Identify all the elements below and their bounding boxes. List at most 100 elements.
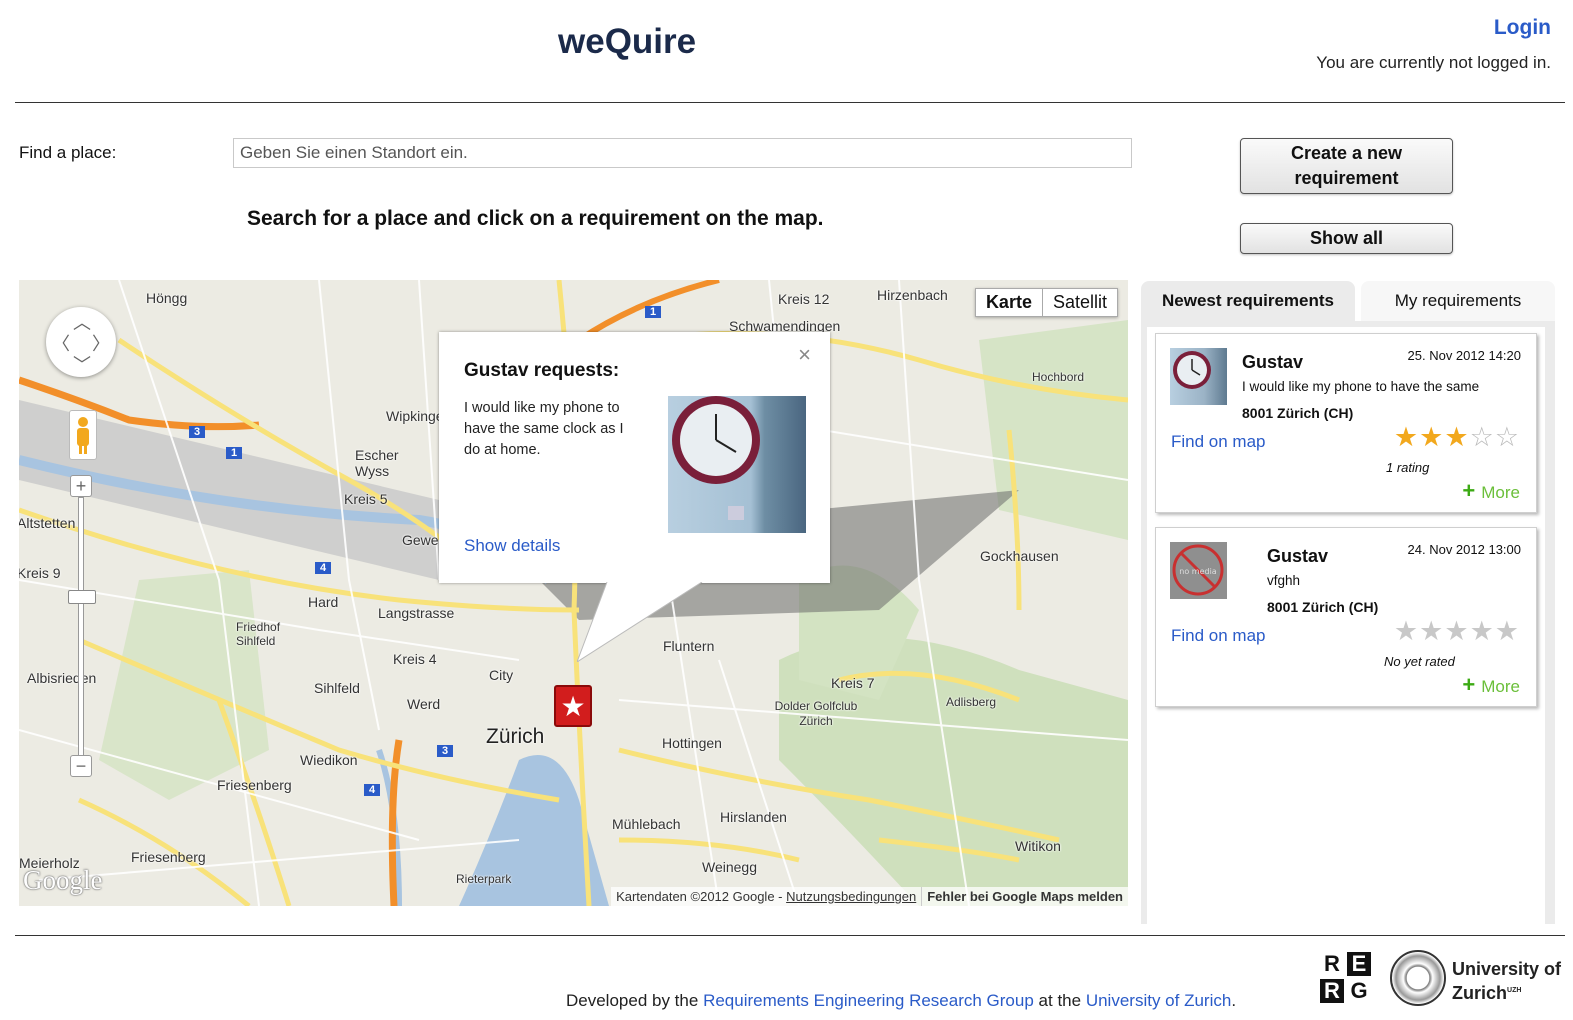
uzh-seal-icon: [1390, 950, 1446, 1006]
road-number: 1: [645, 306, 662, 318]
map-data-credit: Kartendaten ©2012 Google - Nutzungsbedin…: [611, 887, 922, 906]
zoom-control: + −: [68, 475, 96, 777]
footer-divider: [15, 935, 1565, 936]
road-number: 4: [315, 562, 332, 574]
map-label: Altstetten: [19, 515, 76, 531]
plus-icon: +: [1462, 672, 1476, 697]
tab-my-requirements[interactable]: My requirements: [1361, 281, 1555, 321]
map-label: Kreis 5: [344, 491, 388, 507]
map-label: Zürich: [486, 725, 545, 748]
map-label: Kreis 12: [778, 291, 830, 307]
map-label: Friedhof Sihlfeld: [236, 620, 281, 648]
pan-control[interactable]: ︿ ﹀ 〈 〉: [46, 307, 116, 377]
map-type-karte-button[interactable]: Karte: [976, 289, 1043, 316]
rating-stars[interactable]: ★★★★★: [1394, 616, 1520, 647]
requirement-user: Gustav: [1242, 352, 1304, 372]
plus-icon: +: [1462, 478, 1476, 503]
close-icon[interactable]: ×: [798, 342, 811, 368]
map-label: Kreis 7: [831, 675, 875, 691]
footer-prefix: Developed by the: [566, 991, 699, 1010]
road-number: 3: [437, 745, 454, 757]
street-view-pegman-icon[interactable]: [69, 410, 97, 460]
info-window-title: Gustav requests:: [464, 360, 620, 381]
star-empty-icon[interactable]: ★: [1419, 616, 1444, 646]
map-label: Langstrasse: [378, 605, 455, 621]
rating-stars[interactable]: ★★★☆☆: [1394, 422, 1520, 453]
info-window: × Gustav requests: I would like my phone…: [439, 332, 830, 583]
star-empty-icon[interactable]: ★: [1444, 616, 1469, 646]
map-label: Sihlfeld: [314, 680, 360, 696]
footer-text: Developed by the Requirements Engineerin…: [566, 991, 1236, 1011]
star-empty-icon[interactable]: ☆: [1495, 422, 1520, 452]
map-label: Hard: [308, 594, 339, 610]
pan-down-icon[interactable]: ﹀: [73, 351, 91, 377]
header-divider: [15, 102, 1565, 103]
map-label: Hochbord: [1032, 370, 1085, 384]
star-filled-icon[interactable]: ★: [1394, 422, 1419, 452]
star-empty-icon[interactable]: ★: [1495, 616, 1520, 646]
requirement-marker-icon[interactable]: ★: [554, 685, 592, 727]
login-link[interactable]: Login: [1494, 16, 1551, 40]
zoom-slider-track[interactable]: [78, 497, 84, 761]
map-label: Witikon: [1015, 838, 1061, 854]
show-details-link[interactable]: Show details: [464, 536, 560, 556]
no-media-label: no media: [1179, 567, 1217, 576]
map-label: City: [489, 667, 514, 683]
map-label: Hottingen: [662, 735, 722, 751]
pan-up-icon[interactable]: ︿: [73, 309, 91, 335]
requirement-card: Gustav 25. Nov 2012 14:20 I would like m…: [1155, 333, 1537, 513]
map-type-control: Karte Satellit: [974, 288, 1118, 317]
rating-count: No yet rated: [1384, 654, 1455, 669]
create-requirement-button[interactable]: Create a new requirement: [1240, 138, 1453, 194]
more-button[interactable]: + More: [1462, 672, 1520, 698]
more-button[interactable]: + More: [1462, 478, 1520, 504]
map-label: Adlisberg: [946, 695, 997, 709]
zoom-in-button[interactable]: +: [70, 475, 92, 497]
requirement-date: 25. Nov 2012 14:20: [1407, 348, 1521, 363]
map-label: Friesenberg: [131, 849, 206, 865]
map-label: Escher Wyss: [355, 447, 399, 479]
requirement-location: 8001 Zürich (CH): [1242, 405, 1354, 421]
no-media-thumbnail: no media: [1170, 542, 1227, 599]
find-on-map-link[interactable]: Find on map: [1171, 432, 1266, 452]
map-type-satellit-button[interactable]: Satellit: [1043, 289, 1117, 316]
star-empty-icon[interactable]: ☆: [1470, 422, 1495, 452]
map-attribution: Kartendaten ©2012 Google - Nutzungsbedin…: [611, 887, 1128, 906]
map-label: Rieterpark: [456, 872, 512, 886]
map-label: Hirzenbach: [877, 287, 948, 303]
login-status: You are currently not logged in.: [1316, 53, 1551, 72]
rating-count: 1 rating: [1386, 460, 1430, 475]
map-label: Hirslanden: [720, 809, 787, 825]
find-place-label: Find a place:: [19, 143, 117, 162]
find-on-map-link[interactable]: Find on map: [1171, 626, 1266, 646]
report-map-error-link[interactable]: Fehler bei Google Maps melden: [921, 887, 1128, 906]
google-logo: Google: [23, 865, 103, 895]
info-window-tail: [577, 582, 703, 662]
star-filled-icon[interactable]: ★: [1444, 422, 1469, 452]
research-group-link[interactable]: Requirements Engineering Research Group: [703, 991, 1034, 1010]
requirement-date: 24. Nov 2012 13:00: [1407, 542, 1521, 557]
requirement-text: vfghh: [1267, 573, 1301, 588]
tab-newest-requirements[interactable]: Newest requirements: [1141, 281, 1355, 321]
zoom-out-button[interactable]: −: [70, 755, 92, 777]
show-all-button[interactable]: Show all: [1240, 223, 1453, 254]
info-window-text: I would like my phone to have the same c…: [464, 400, 624, 458]
terms-link[interactable]: Nutzungsbedingungen: [786, 889, 916, 904]
map-label: Kreis 9: [19, 565, 61, 581]
road-number: 1: [226, 447, 243, 459]
star-filled-icon[interactable]: ★: [1419, 422, 1444, 452]
requirement-text: I would like my phone to have the same: [1242, 379, 1480, 394]
map-label: Mühlebach: [612, 816, 681, 832]
map-label: Friesenberg: [217, 777, 292, 793]
pan-left-icon[interactable]: 〈: [52, 330, 70, 356]
star-empty-icon[interactable]: ★: [1394, 616, 1419, 646]
map-label: Höngg: [146, 290, 188, 306]
rerg-logo: R E R G: [1320, 952, 1372, 1004]
pan-right-icon[interactable]: 〉: [92, 330, 110, 356]
university-link[interactable]: University of Zurich: [1086, 991, 1231, 1010]
instruction-text: Search for a place and click on a requir…: [247, 207, 824, 230]
zoom-slider-handle[interactable]: [68, 590, 96, 604]
place-search-input[interactable]: [233, 138, 1132, 168]
map-label: Wiedikon: [300, 752, 358, 768]
star-empty-icon[interactable]: ★: [1470, 616, 1495, 646]
